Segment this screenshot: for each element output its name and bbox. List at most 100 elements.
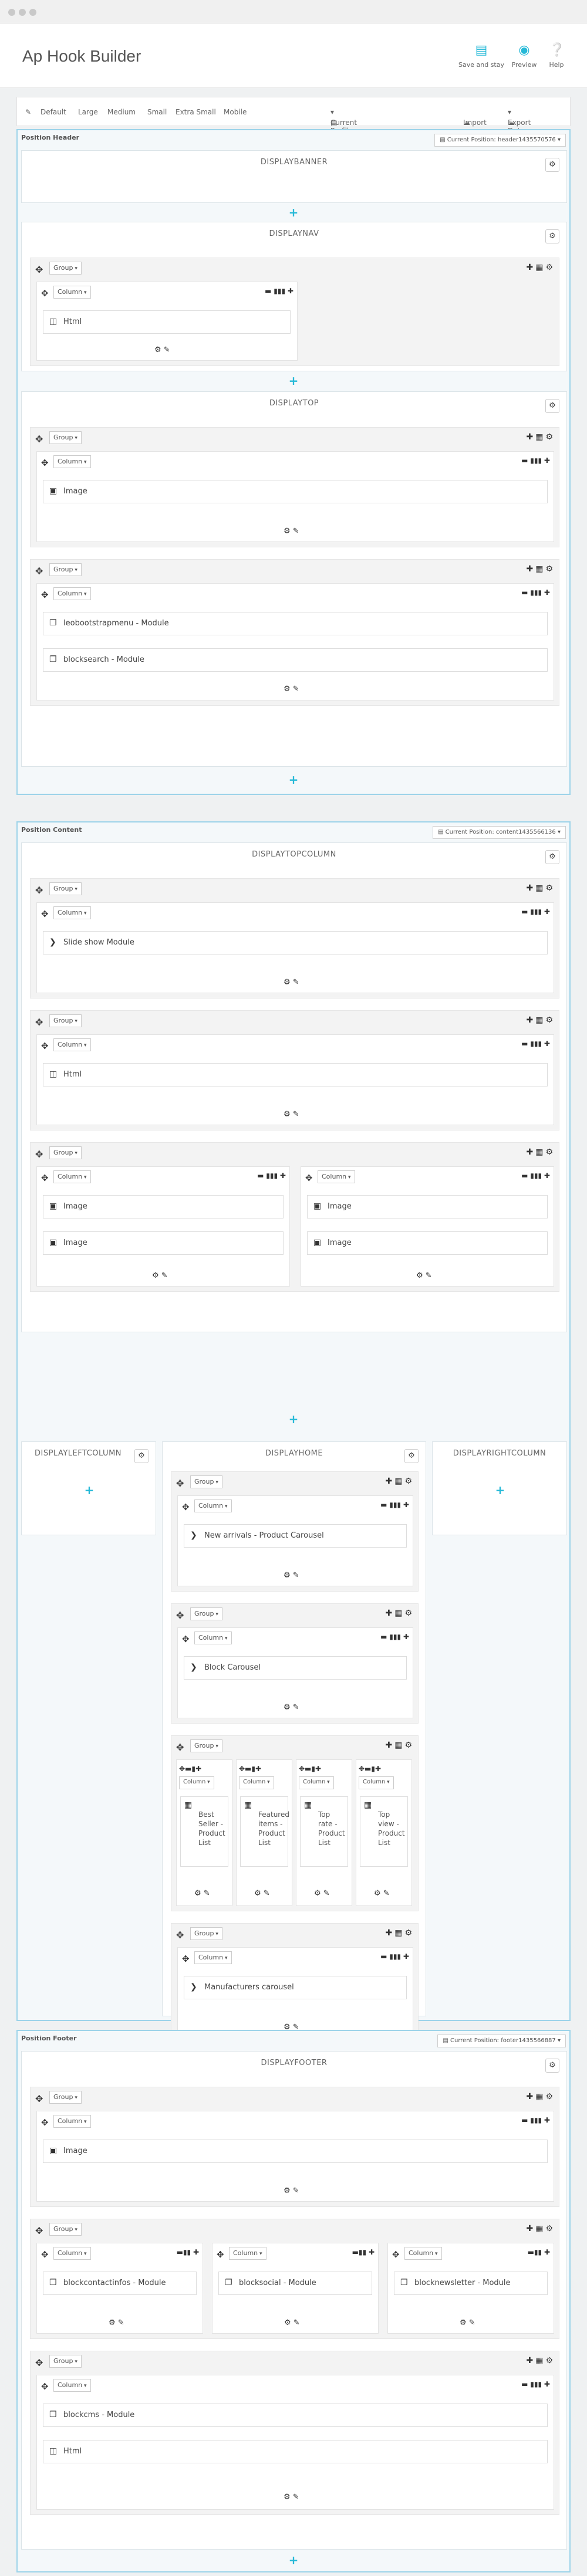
column-dropdown[interactable]: Column: [53, 2247, 91, 2260]
position-select[interactable]: ▤ Current Position: footer1435566887 ▾: [437, 2035, 566, 2047]
column-actions[interactable]: ▬ ▮▮▮ ✚: [380, 1501, 409, 1509]
widget[interactable]: ▦ Top rate - Product List: [300, 1796, 348, 1867]
profile-dropdown[interactable]: ▤ Current Profile: Home Version 3 ▾: [330, 108, 357, 160]
column-dropdown[interactable]: Column: [53, 906, 91, 919]
group-actions[interactable]: ✚▦⚙: [526, 2356, 555, 2365]
move-icon[interactable]: ✥: [176, 1742, 184, 1753]
group-actions[interactable]: ✚▦⚙: [526, 1015, 555, 1025]
move-icon[interactable]: ✥: [305, 1173, 313, 1183]
widget[interactable]: ▦ Featured items - Product List: [240, 1796, 289, 1867]
widget[interactable]: ❐ leobootstrapmenu - Module: [43, 612, 548, 635]
group-actions[interactable]: ✚▦⚙: [385, 1609, 414, 1618]
move-icon[interactable]: ✥: [392, 2249, 400, 2260]
move-icon[interactable]: ✥: [35, 1149, 43, 1160]
column-actions[interactable]: ▬ ▮▮▮ ✚: [257, 1172, 286, 1180]
column-dropdown[interactable]: Column: [53, 1170, 91, 1183]
column-actions[interactable]: ▬ ▮▮▮ ✚: [380, 1952, 409, 1961]
size-extra-small[interactable]: Extra Small: [176, 108, 216, 116]
group-actions[interactable]: ✚▦⚙: [526, 1147, 555, 1157]
column-dropdown[interactable]: Column: [53, 2115, 91, 2128]
move-icon[interactable]: ✥: [35, 434, 43, 445]
column-dropdown[interactable]: Column: [359, 1776, 394, 1789]
move-icon[interactable]: ✥: [41, 1173, 49, 1183]
column-tools[interactable]: ⚙ ✎: [284, 685, 299, 693]
add-hook-button[interactable]: +: [288, 773, 299, 787]
column-tools[interactable]: ⚙ ✎: [194, 1889, 210, 1898]
widget[interactable]: ❐ blocknewsletter - Module: [394, 2272, 548, 2295]
group-actions[interactable]: ✚▦⚙: [385, 1928, 414, 1938]
move-icon[interactable]: ✥: [176, 1478, 184, 1489]
export-dropdown[interactable]: ☁ Export Data ▾: [508, 108, 531, 135]
column-dropdown[interactable]: Column: [299, 1776, 334, 1789]
column-actions[interactable]: ▬ ▮▮▮ ✚: [521, 588, 550, 597]
move-icon[interactable]: ✥: [35, 1017, 43, 1028]
column-dropdown[interactable]: Column: [53, 2379, 91, 2392]
group-actions[interactable]: ✚▦⚙: [526, 2224, 555, 2233]
group-dropdown[interactable]: Group: [190, 1739, 222, 1752]
gear-icon[interactable]: ⚙: [545, 158, 559, 172]
add-hook-button[interactable]: +: [288, 374, 299, 388]
column-actions[interactable]: ✥▬▮✚: [359, 1765, 381, 1773]
move-icon[interactable]: ✥: [41, 909, 49, 919]
move-icon[interactable]: ✥: [35, 885, 43, 896]
column-dropdown[interactable]: Column: [53, 455, 91, 468]
size-mobile[interactable]: Mobile: [224, 108, 247, 116]
column-dropdown[interactable]: Column: [318, 1170, 355, 1183]
widget[interactable]: ◫ Html: [43, 1063, 548, 1086]
position-select[interactable]: ▤ Current Position: header1435570576 ▾: [434, 134, 566, 147]
column-actions[interactable]: ▬ ▮▮▮ ✚: [380, 1633, 409, 1641]
group-actions[interactable]: ✚▦⚙: [526, 884, 555, 893]
widget[interactable]: ◫ Html: [43, 310, 291, 334]
add-hook-button[interactable]: +: [288, 2553, 299, 2567]
column-tools[interactable]: ⚙ ✎: [314, 1889, 330, 1898]
move-icon[interactable]: ✥: [41, 458, 49, 468]
column-tools[interactable]: ⚙ ✎: [284, 978, 299, 987]
gear-icon[interactable]: ⚙: [545, 850, 559, 864]
move-icon[interactable]: ✥: [182, 1502, 190, 1512]
widget[interactable]: ▣ Image: [43, 2140, 548, 2163]
widget[interactable]: ❐ blockcms - Module: [43, 2404, 548, 2427]
move-icon[interactable]: ✥: [35, 264, 43, 275]
column-tools[interactable]: ⚙ ✎: [284, 1703, 299, 1712]
group-dropdown[interactable]: Group: [49, 431, 82, 444]
column-actions[interactable]: ▬▮▮ ✚: [528, 2248, 550, 2256]
move-icon[interactable]: ✥: [41, 288, 49, 299]
group-dropdown[interactable]: Group: [49, 563, 82, 576]
column-dropdown[interactable]: Column: [404, 2247, 442, 2260]
column-dropdown[interactable]: Column: [179, 1776, 214, 1789]
size-default[interactable]: Default: [41, 108, 66, 116]
move-icon[interactable]: ✥: [41, 2381, 49, 2392]
column-tools[interactable]: ⚙ ✎: [154, 346, 170, 354]
column-tools[interactable]: ⚙ ✎: [284, 2318, 300, 2327]
group-actions[interactable]: ✚▦⚙: [526, 2092, 555, 2101]
gear-icon[interactable]: ⚙: [545, 2059, 559, 2073]
widget[interactable]: ❐ blocksearch - Module: [43, 648, 548, 672]
column-actions[interactable]: ▬ ▮▮▮ ✚: [521, 908, 550, 916]
gear-icon[interactable]: ⚙: [404, 1449, 419, 1463]
column-actions[interactable]: ▬ ▮▮▮ ✚: [521, 1040, 550, 1048]
column-tools[interactable]: ⚙ ✎: [109, 2318, 124, 2327]
widget[interactable]: ❯ Manufacturers carousel: [184, 1976, 407, 1999]
column-actions[interactable]: ✥▬▮✚: [179, 1765, 201, 1773]
group-dropdown[interactable]: Group: [49, 1146, 82, 1159]
column-tools[interactable]: ⚙ ✎: [152, 1271, 168, 1280]
widget[interactable]: ◫ Html: [43, 2440, 548, 2463]
widget[interactable]: ▣ Image: [307, 1231, 548, 1255]
group-actions[interactable]: ✚▦⚙: [526, 432, 555, 442]
group-dropdown[interactable]: Group: [49, 2091, 82, 2104]
column-dropdown[interactable]: Column: [194, 1951, 232, 1964]
save-and-stay-button[interactable]: ▤ Save and stay: [458, 43, 505, 69]
column-dropdown[interactable]: Column: [53, 1038, 91, 1051]
move-icon[interactable]: ✥: [182, 1634, 190, 1644]
group-dropdown[interactable]: Group: [190, 1475, 222, 1488]
move-icon[interactable]: ✥: [182, 1954, 190, 1964]
group-dropdown[interactable]: Group: [49, 882, 82, 895]
column-actions[interactable]: ▬ ▮▮▮ ✚: [521, 2380, 550, 2388]
add-hook-button[interactable]: +: [288, 1412, 299, 1426]
group-dropdown[interactable]: Group: [190, 1607, 222, 1620]
widget[interactable]: ▦ Best Seller - Product List: [180, 1796, 228, 1867]
group-dropdown[interactable]: Group: [49, 2223, 82, 2236]
group-dropdown[interactable]: Group: [49, 2355, 82, 2368]
widget[interactable]: ▣ Image: [43, 1231, 284, 1255]
move-icon[interactable]: ✥: [176, 1930, 184, 1941]
